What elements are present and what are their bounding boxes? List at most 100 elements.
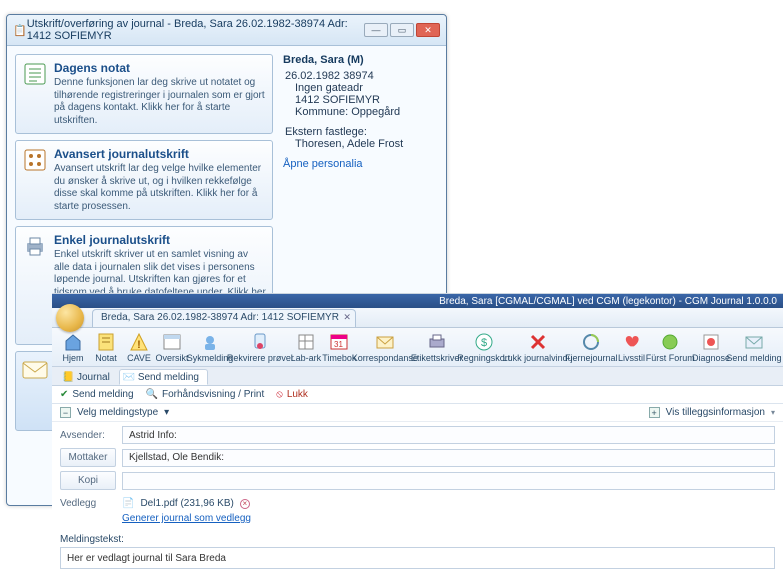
patient-tab[interactable]: Breda, Sara 26.02.1982-38974 Adr: 1412 S… bbox=[92, 309, 356, 327]
ribbon-icon bbox=[96, 332, 116, 352]
card-title: Dagens notat bbox=[54, 61, 266, 75]
patient-dob: 26.02.1982 38974 bbox=[283, 70, 438, 82]
ribbon-diagnose[interactable]: Diagnose bbox=[694, 330, 728, 366]
card-desc: Denne funksjonen lar deg skrive ut notat… bbox=[54, 77, 266, 127]
recipient-button[interactable]: Mottaker bbox=[60, 448, 116, 467]
ribbon-oversikt[interactable]: Oversikt bbox=[157, 330, 187, 366]
window-title: Utskrift/overføring av journal - Breda, … bbox=[27, 18, 364, 42]
action-bar: ✔ Send melding 🔍 Forhåndsvisning / Print ⦸… bbox=[52, 386, 783, 404]
ribbon-label: Oversikt bbox=[156, 354, 189, 363]
ribbon-korrespondanse[interactable]: Korrespondanse bbox=[358, 330, 412, 366]
stop-icon: ⦸ bbox=[276, 389, 283, 400]
patient-address: Ingen gateadr bbox=[283, 82, 438, 94]
ribbon-cave[interactable]: !CAVE bbox=[124, 330, 154, 366]
app-title: Breda, Sara [CGMAL/CGMAL] ved CGM (legek… bbox=[439, 296, 777, 307]
close-button[interactable]: ✕ bbox=[416, 23, 440, 37]
card-desc: Avansert utskrift lar deg velge hvilke e… bbox=[54, 163, 266, 213]
send-message-action[interactable]: ✔ Send melding bbox=[60, 389, 134, 400]
check-icon: ✔ bbox=[60, 389, 68, 400]
app-orb-button[interactable] bbox=[56, 304, 84, 332]
ribbon-regningskort[interactable]: $Regningskort bbox=[461, 330, 506, 366]
magnifier-icon: 🔍 bbox=[146, 389, 158, 400]
fastlege-label: Ekstern fastlege: bbox=[283, 126, 438, 138]
chevron-down-icon[interactable]: ▾ bbox=[164, 407, 169, 418]
recipient-input[interactable] bbox=[122, 449, 775, 467]
tab-journal-label: Journal bbox=[77, 372, 110, 383]
ribbon-label: Diagnose bbox=[692, 354, 730, 363]
copy-button[interactable]: Kopi bbox=[60, 471, 116, 490]
svg-text:!: ! bbox=[137, 339, 141, 351]
ribbon-icon bbox=[296, 332, 316, 352]
close-action[interactable]: ⦸ Lukk bbox=[276, 389, 308, 400]
note-icon bbox=[22, 61, 48, 87]
ribbon-label: Korrespondanse bbox=[352, 354, 418, 363]
ribbon-icon bbox=[744, 332, 764, 352]
ribbon-rekvirere-pr-ver[interactable]: Rekvirere prøver bbox=[233, 330, 288, 366]
ribbon-icon bbox=[427, 332, 447, 352]
ribbon: Hjem Notat !CAVEOversiktSykmeldingRekvirer… bbox=[52, 328, 783, 367]
ribbon-lukk-journalvindu[interactable]: Lukk journalvindu bbox=[509, 330, 566, 366]
ribbon-icon bbox=[200, 332, 220, 352]
ribbon-hjem[interactable]: Hjem bbox=[58, 330, 88, 366]
send-tab-icon: ✉️ bbox=[123, 372, 135, 384]
attachment-filename[interactable]: Del1.pdf (231,96 KB) bbox=[140, 498, 233, 509]
message-text-input[interactable] bbox=[60, 547, 775, 569]
card-title: Enkel journalutskrift bbox=[54, 233, 266, 247]
ribbon-label: Fürst Forum bbox=[646, 354, 695, 363]
app-titlebar: Breda, Sara [CGMAL/CGMAL] ved CGM (legek… bbox=[52, 294, 783, 308]
journal-tab-icon: 📒 bbox=[62, 372, 74, 384]
ribbon-send-melding[interactable]: Send melding bbox=[731, 330, 777, 366]
ribbon-label: Send melding bbox=[726, 354, 781, 363]
window-titlebar: 📋 Utskrift/overføring av journal - Breda… bbox=[7, 15, 446, 46]
tab-journal[interactable]: 📒 Journal bbox=[58, 369, 119, 385]
collapse-toggle[interactable]: − bbox=[60, 407, 71, 418]
patient-tab-label: Breda, Sara 26.02.1982-38974 Adr: 1412 S… bbox=[101, 312, 339, 323]
close-label: Lukk bbox=[287, 389, 308, 400]
ribbon-timebok[interactable]: 31Timebok bbox=[324, 330, 355, 366]
ribbon-icon bbox=[375, 332, 395, 352]
ribbon-fjernejournal[interactable]: Fjernejournal bbox=[569, 330, 613, 366]
ribbon-icon: 31 bbox=[329, 332, 349, 352]
expand-extra-toggle[interactable]: + bbox=[649, 407, 660, 418]
minimize-button[interactable]: — bbox=[364, 23, 388, 37]
remove-attachment-icon[interactable]: × bbox=[240, 499, 250, 509]
ribbon-label: Fjernejournal bbox=[565, 354, 618, 363]
chevron-down-icon[interactable]: ▾ bbox=[771, 408, 775, 417]
send-message-label: Send melding bbox=[72, 389, 133, 400]
message-type-bar: − Velg meldingstype ▾ + Vis tilleggsinfo… bbox=[52, 404, 783, 422]
ribbon-etikettskriver[interactable]: Etikettskriver bbox=[415, 330, 459, 366]
ribbon-icon bbox=[528, 332, 548, 352]
ribbon-notat[interactable]: Notat bbox=[91, 330, 121, 366]
ribbon-label: Lukk journalvindu bbox=[503, 354, 573, 363]
sender-input[interactable] bbox=[122, 426, 775, 444]
close-tab-icon[interactable]: ✕ bbox=[343, 312, 351, 323]
tab-send-melding[interactable]: ✉️ Send melding bbox=[119, 369, 208, 385]
extra-info-label[interactable]: Vis tilleggsinformasjon bbox=[666, 407, 765, 418]
ribbon-sykmelding[interactable]: Sykmelding bbox=[190, 330, 230, 366]
copy-input[interactable] bbox=[122, 472, 775, 490]
pdf-file-icon: 📄 bbox=[122, 498, 134, 509]
ribbon-label: Notat bbox=[95, 354, 117, 363]
generate-journal-link[interactable]: Generer journal som vedlegg bbox=[122, 513, 775, 524]
patient-postal: 1412 SOFIEMYR bbox=[283, 94, 438, 106]
svg-text:$: $ bbox=[481, 337, 487, 349]
attachment-label: Vedlegg bbox=[60, 498, 116, 509]
ribbon-label: Livsstil bbox=[618, 354, 645, 363]
svg-text:31: 31 bbox=[334, 340, 343, 349]
cgm-journal-window: Breda, Sara [CGMAL/CGMAL] ved CGM (legek… bbox=[52, 293, 783, 548]
ribbon-f-rst-forum[interactable]: Fürst Forum bbox=[649, 330, 691, 366]
sub-tabbar: 📒 Journal ✉️ Send melding bbox=[52, 367, 783, 386]
preview-label: Forhåndsvisning / Print bbox=[162, 389, 264, 400]
maximize-button[interactable]: ▭ bbox=[390, 23, 414, 37]
card-avansert-utskrift[interactable]: Avansert journalutskrift Avansert utskri… bbox=[15, 140, 273, 220]
ribbon-icon bbox=[63, 332, 83, 352]
card-dagens-notat[interactable]: Dagens notat Denne funksjonen lar deg sk… bbox=[15, 54, 273, 134]
ribbon-lab-ark[interactable]: Lab-ark bbox=[291, 330, 321, 366]
ribbon-livsstil[interactable]: Livsstil bbox=[616, 330, 646, 366]
preview-print-action[interactable]: 🔍 Forhåndsvisning / Print bbox=[146, 389, 265, 400]
patient-name: Breda, Sara (M) bbox=[283, 54, 438, 66]
ribbon-label: Lab-ark bbox=[291, 354, 322, 363]
message-form: Avsender: Mottaker Kopi Vedlegg 📄 Del1.p… bbox=[52, 422, 783, 528]
message-type-label: Velg meldingstype bbox=[77, 407, 158, 418]
open-personalia-link[interactable]: Åpne personalia bbox=[283, 158, 438, 170]
